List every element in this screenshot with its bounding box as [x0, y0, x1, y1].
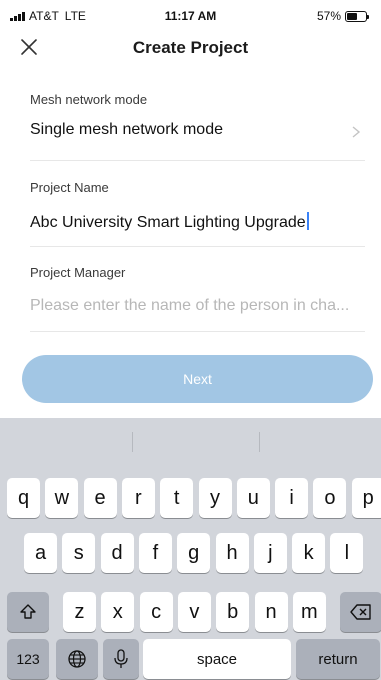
key-x[interactable]: x [101, 592, 135, 632]
keyboard: qwertyuiop asdfghjkl zxcvbnm 123 space ret… [0, 418, 381, 680]
next-button[interactable]: Next [22, 355, 373, 403]
mesh-mode-value: Single mesh network mode [30, 121, 223, 138]
key-e[interactable]: e [83, 478, 117, 518]
globe-key[interactable] [56, 639, 98, 679]
key-s[interactable]: s [62, 533, 96, 573]
page-title: Create Project [132, 38, 249, 57]
key-g[interactable]: g [177, 533, 211, 573]
key-q[interactable]: q [7, 478, 40, 518]
key-b[interactable]: b [216, 592, 250, 632]
key-v[interactable]: v [177, 592, 211, 632]
battery-percent: 57% [316, 9, 341, 23]
key-a[interactable]: a [24, 533, 57, 573]
key-k[interactable]: k [292, 533, 326, 573]
suggestion-divider [259, 432, 260, 452]
backspace-icon [350, 604, 371, 620]
key-d[interactable]: d [100, 533, 134, 573]
suggestion-divider [132, 432, 133, 452]
shift-key[interactable] [7, 592, 49, 632]
project-manager-field[interactable]: Project Manager Please enter the name of… [30, 257, 365, 332]
backspace-key[interactable] [340, 592, 381, 632]
mesh-mode-label: Mesh network mode [30, 92, 148, 107]
key-z[interactable]: z [63, 592, 96, 632]
key-i[interactable]: i [275, 478, 309, 518]
key-m[interactable]: m [292, 592, 326, 632]
space-key[interactable]: space [143, 639, 291, 679]
suggestion-bar [0, 418, 381, 466]
numbers-key[interactable]: 123 [7, 639, 49, 679]
key-o[interactable]: o [313, 478, 347, 518]
key-y[interactable]: y [198, 478, 232, 518]
status-right: 57% [316, 9, 369, 23]
microphone-key[interactable] [103, 639, 139, 679]
status-bar: AT&T LTE 11:17 AM 57% [0, 0, 381, 36]
key-l[interactable]: l [330, 533, 364, 573]
chevron-right-icon [352, 126, 361, 138]
key-t[interactable]: t [160, 478, 194, 518]
project-name-value: Abc University Smart Lighting Upgrade [30, 214, 306, 231]
key-r[interactable]: r [121, 478, 155, 518]
key-p[interactable]: p [351, 478, 381, 518]
key-h[interactable]: h [215, 533, 249, 573]
project-name-label: Project Name [30, 180, 109, 195]
microphone-icon [114, 649, 128, 668]
project-name-input[interactable]: Abc University Smart Lighting Upgrade [30, 212, 309, 232]
project-name-field[interactable]: Project Name Abc University Smart Lighti… [30, 172, 365, 247]
key-u[interactable]: u [236, 478, 270, 518]
key-f[interactable]: f [138, 533, 172, 573]
text-cursor [306, 212, 309, 230]
key-n[interactable]: n [254, 592, 288, 632]
key-j[interactable]: j [253, 533, 287, 573]
key-c[interactable]: c [139, 592, 173, 632]
project-manager-input[interactable]: Please enter the name of the person in c… [30, 297, 349, 315]
mesh-mode-field[interactable]: Mesh network mode Single mesh network mo… [30, 84, 365, 161]
shift-icon [20, 604, 36, 619]
globe-icon [68, 650, 86, 668]
header: Create Project [0, 36, 381, 62]
key-w[interactable]: w [45, 478, 79, 518]
return-key[interactable]: return [296, 639, 380, 679]
battery-level [347, 12, 357, 20]
battery-icon [345, 10, 369, 22]
project-manager-label: Project Manager [30, 265, 126, 280]
